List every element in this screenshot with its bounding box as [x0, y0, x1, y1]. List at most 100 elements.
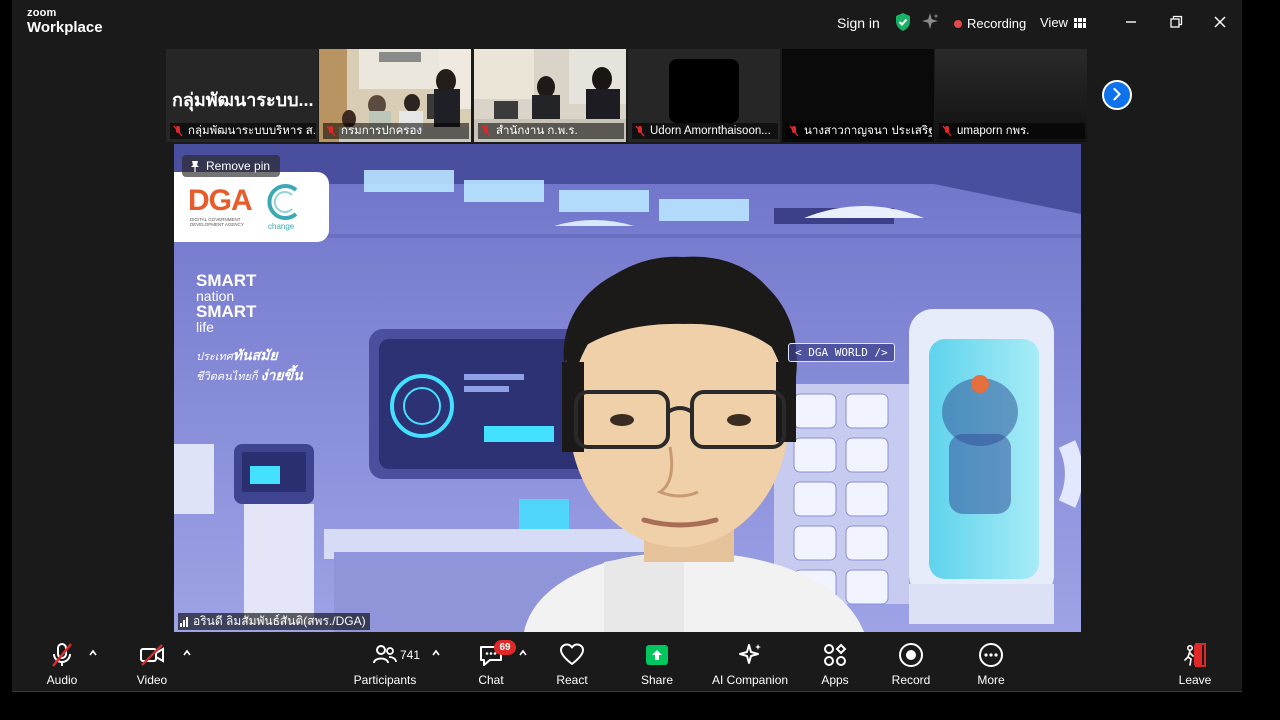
more-button[interactable]: More — [976, 642, 1006, 688]
zoom-meeting-window: zoom Workplace Sign in Recording View กล… — [12, 0, 1242, 720]
more-label: More — [977, 673, 1005, 687]
participant-tile[interactable]: umaporn กพร. — [935, 49, 1087, 142]
participant-tile[interactable]: สำนักงาน ก.พ.ร. — [474, 49, 626, 142]
thai-slogan-line1-pre: ประเทศ — [196, 351, 233, 363]
share-label: Share — [640, 673, 674, 687]
share-button[interactable]: Share — [639, 642, 675, 688]
recording-dot-icon — [954, 19, 962, 28]
participant-label: กรมการปกครอง — [323, 123, 469, 139]
react-button[interactable]: React — [554, 642, 590, 688]
participant-name: สำนักงาน ก.พ.ร. — [496, 125, 578, 137]
mic-muted-icon — [635, 125, 645, 137]
video-button[interactable]: Video — [130, 642, 174, 688]
restore-icon[interactable] — [1165, 11, 1187, 33]
grid-view-icon — [1073, 17, 1086, 28]
participant-tile[interactable]: กลุ่มพัฒนาระบบ... กลุ่มพัฒนาระบบบริหาร ส… — [166, 49, 318, 142]
participant-name: นางสาวกาญจนา ประเสริฐ ... — [804, 125, 932, 137]
video-options-chevron-icon[interactable] — [182, 648, 192, 658]
ai-sparkle-icon[interactable] — [921, 12, 939, 30]
remove-pin-label: Remove pin — [206, 159, 271, 173]
participant-name: กลุ่มพัฒนาระบบบริหาร ส... — [188, 125, 316, 137]
participant-label: กลุ่มพัฒนาระบบบริหาร ส... — [170, 123, 316, 139]
ai-sparkle-icon — [739, 644, 761, 664]
heart-icon — [560, 643, 584, 665]
view-menu-button[interactable]: View — [1040, 15, 1086, 30]
react-label: React — [556, 673, 588, 687]
ai-companion-label: AI Companion — [712, 673, 789, 687]
participant-label: Udorn Amornthaisoon... — [632, 123, 778, 139]
remove-pin-button[interactable]: Remove pin — [182, 155, 281, 177]
participant-camera-off — [669, 59, 739, 123]
active-speaker-label: อรินดี ลิมสัมพันธ์สันติ(สพร./DGA) — [178, 613, 370, 630]
pin-icon — [191, 161, 199, 172]
participants-label: Participants — [353, 673, 417, 687]
participants-options-chevron-icon[interactable] — [431, 648, 441, 658]
signal-strength-icon — [180, 616, 188, 627]
slogan-smart-2: SMART — [196, 302, 257, 321]
leave-door-icon — [1184, 643, 1206, 667]
participant-name: umaporn กพร. — [957, 125, 1030, 137]
more-dots-icon — [979, 643, 1003, 667]
record-button[interactable]: Record — [891, 642, 931, 688]
app-logo: zoom Workplace — [27, 7, 103, 36]
participant-tile[interactable]: Udorn Amornthaisoon... — [628, 49, 780, 142]
leave-button[interactable]: Leave — [1178, 642, 1212, 688]
slogan-smart-1: SMART — [196, 271, 257, 290]
screen-bottom-border — [0, 692, 1280, 720]
slogan-life: life — [196, 319, 214, 335]
thai-slogan-line2-pre: ชีวิตคนไทยก็ — [196, 370, 258, 383]
thai-slogan: ประเทศทันสมัย ชีวิตคนไทยก็ ง่ายขึ้น — [196, 346, 303, 385]
participants-icon — [373, 645, 397, 664]
mic-muted-icon — [481, 125, 491, 137]
next-page-chevron-icon[interactable] — [1102, 80, 1132, 110]
video-off-icon — [140, 644, 164, 666]
video-label: Video — [136, 673, 168, 687]
dga-logo-card: DGA DIGITAL GOVERNMENT DEVELOPMENT AGENC… — [174, 172, 329, 242]
mic-muted-icon — [326, 125, 336, 137]
shield-check-icon[interactable] — [893, 12, 913, 32]
audio-button[interactable]: Audio — [42, 642, 82, 688]
pinned-video-main[interactable]: DGA DIGITAL GOVERNMENT DEVELOPMENT AGENC… — [174, 144, 1081, 632]
logo-workplace-text: Workplace — [27, 19, 103, 36]
ai-companion-button[interactable]: AI Companion — [712, 642, 788, 688]
active-speaker-name: อรินดี ลิมสัมพันธ์สันติ(สพร./DGA) — [193, 614, 366, 628]
title-bar: zoom Workplace Sign in Recording View — [12, 0, 1242, 44]
thai-slogan-line1-bold: ทันสมัย — [232, 347, 278, 363]
leave-label: Leave — [1178, 673, 1212, 687]
mic-muted-icon — [942, 125, 952, 137]
speaker-person — [524, 256, 864, 632]
smart-nation-slogan: SMART nation SMART life — [196, 272, 256, 334]
dga-logo: DGA — [188, 184, 253, 217]
logo-zoom-text: zoom — [27, 7, 57, 19]
chat-options-chevron-icon[interactable] — [518, 648, 528, 658]
meeting-controls-toolbar: Audio Video Participants 741 Chat React … — [12, 634, 1242, 691]
mic-muted-icon — [173, 125, 183, 137]
apps-button[interactable]: Apps — [820, 642, 850, 688]
view-label: View — [1040, 15, 1068, 30]
participant-label: นางสาวกาญจนา ประเสริฐ ... — [786, 123, 932, 139]
participant-label: umaporn กพร. — [939, 123, 1085, 139]
minimize-icon[interactable] — [1120, 11, 1142, 33]
participant-tile[interactable]: กรมการปกครอง — [319, 49, 471, 142]
audio-options-chevron-icon[interactable] — [88, 648, 98, 658]
recording-label: Recording — [967, 16, 1027, 31]
participant-name: Udorn Amornthaisoon... — [650, 125, 771, 137]
share-screen-icon — [646, 645, 668, 665]
sign-in-link[interactable]: Sign in — [837, 15, 880, 31]
dga-logo-subtitle: DIGITAL GOVERNMENT DEVELOPMENT AGENCY — [190, 217, 244, 227]
slogan-nation: nation — [196, 288, 235, 304]
participant-label: สำนักงาน ก.พ.ร. — [478, 123, 624, 139]
participant-name-large: กลุ่มพัฒนาระบบ... — [172, 90, 314, 110]
dga-world-sign: < DGA WORLD /> — [788, 343, 895, 362]
participant-tile[interactable]: นางสาวกาญจนา ประเสริฐ ... — [782, 49, 934, 142]
recording-indicator[interactable]: Recording — [954, 16, 1026, 31]
close-icon[interactable] — [1209, 11, 1231, 33]
chat-unread-badge: 69 — [494, 640, 516, 655]
mic-muted-icon — [789, 125, 799, 137]
record-label: Record — [891, 673, 931, 687]
mic-muted-icon — [52, 643, 72, 667]
audio-label: Audio — [46, 673, 78, 687]
change-logo-icon — [267, 184, 298, 220]
record-icon — [899, 643, 923, 667]
chat-label: Chat — [478, 673, 504, 687]
